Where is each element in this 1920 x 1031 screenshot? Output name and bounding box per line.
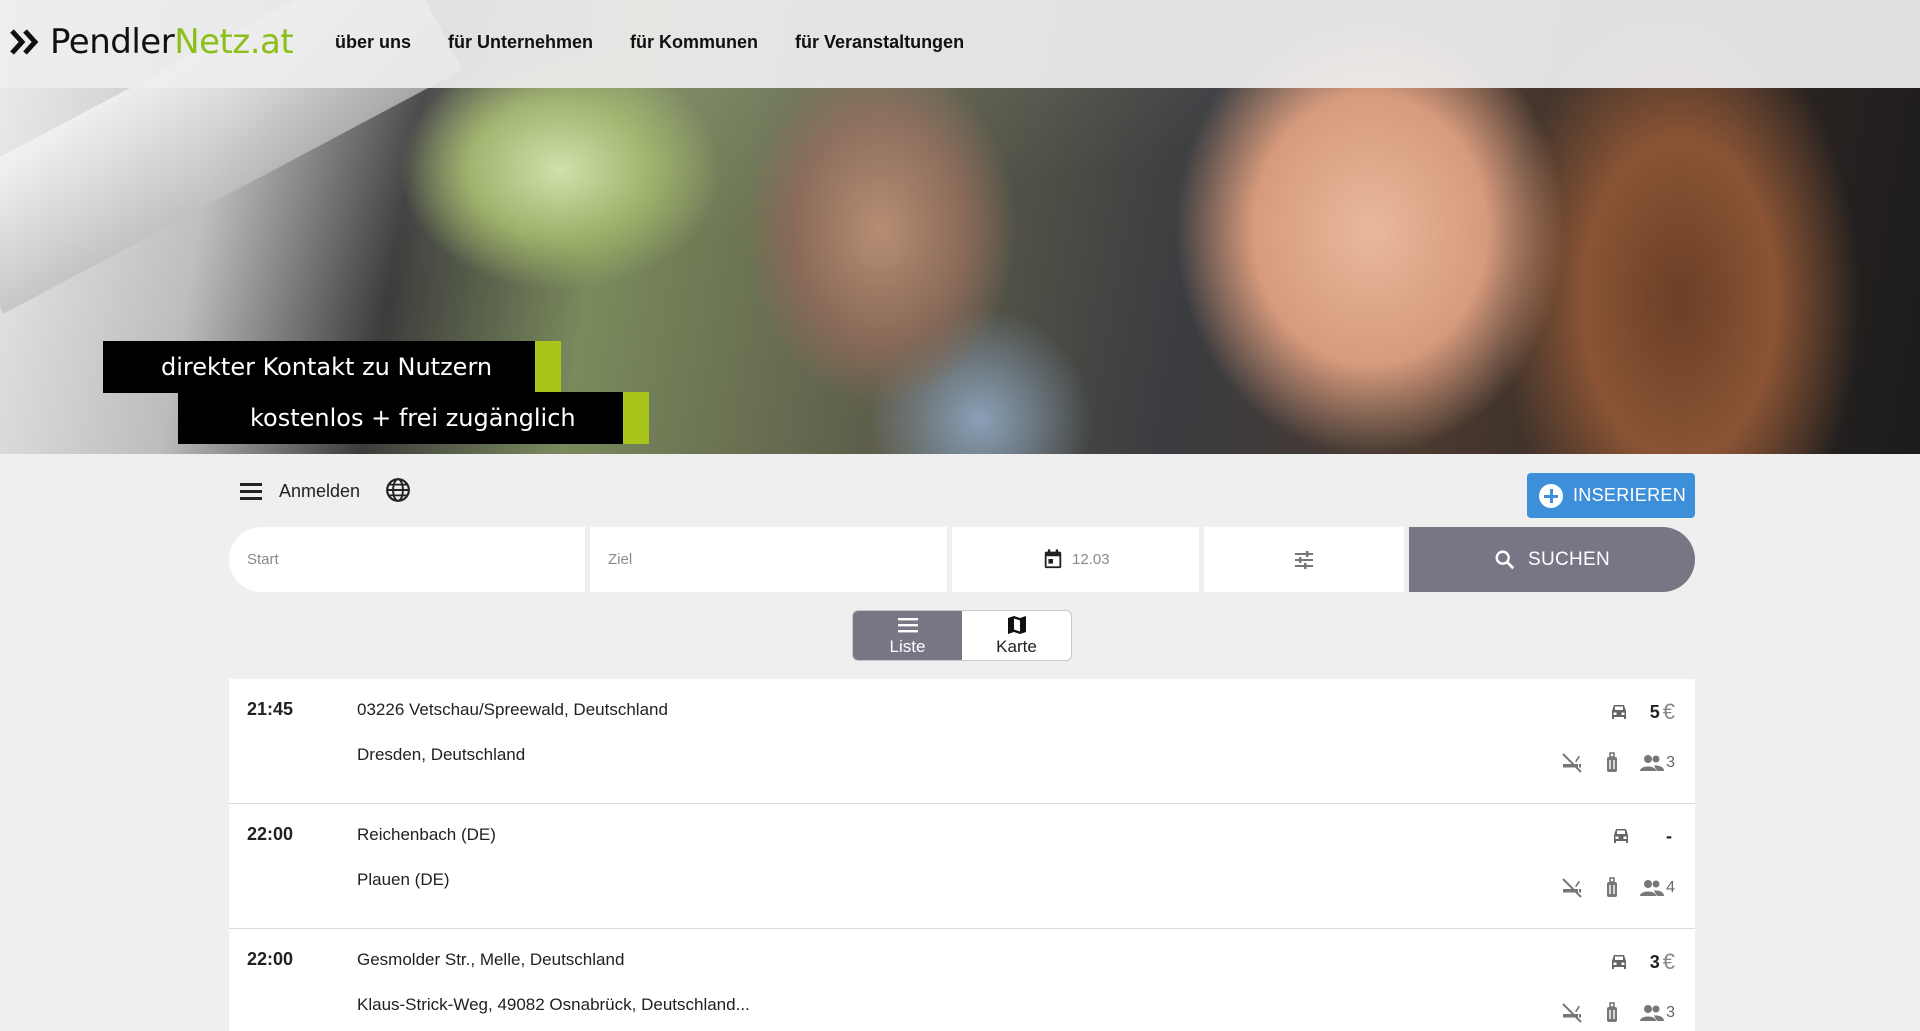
date-picker[interactable]: 12.03: [952, 527, 1199, 592]
plus-circle-icon: [1539, 483, 1563, 508]
search-button-label: SUCHEN: [1527, 548, 1611, 570]
car-icon: [1606, 700, 1632, 724]
top-navigation-bar: PendlerNetz.at über uns für Unternehmen …: [0, 0, 1920, 88]
calendar-icon: [1044, 549, 1062, 569]
car-icon: [1606, 950, 1632, 974]
main-nav: über uns für Unternehmen für Kommunen fü…: [335, 30, 1001, 54]
ride-origin: Gesmolder Str., Melle, Deutschland: [357, 950, 625, 969]
nav-link-companies[interactable]: für Unternehmen: [448, 30, 593, 54]
map-view-label: Karte: [996, 636, 1037, 656]
seat-count: 3: [1666, 754, 1675, 771]
start-field-wrapper: [229, 527, 585, 592]
ride-list-item[interactable]: 21:45 03226 Vetschau/Spreewald, Deutschl…: [229, 679, 1695, 804]
start-input[interactable]: [229, 527, 585, 592]
search-bar: 12.03 SUCHEN: [229, 527, 1695, 592]
logo-text: PendlerNetz.at: [50, 22, 294, 62]
ride-origin: Reichenbach (DE): [357, 825, 496, 844]
ride-price-row: 5 €: [1606, 699, 1675, 725]
no-smoking-icon: [1559, 751, 1585, 775]
currency-symbol: €: [1662, 949, 1675, 974]
destination-input[interactable]: [590, 527, 947, 592]
list-view-label: Liste: [889, 636, 926, 656]
globe-icon[interactable]: [385, 477, 411, 503]
ride-time: 22:00: [247, 949, 294, 969]
seat-count: 4: [1666, 879, 1675, 896]
destination-field-wrapper: [590, 527, 947, 592]
hero-badge-free: kostenlos + frei zugänglich: [178, 392, 649, 444]
ride-list-item[interactable]: 22:00 Gesmolder Str., Melle, Deutschland…: [229, 929, 1695, 1031]
list-icon: [897, 617, 918, 632]
no-smoking-icon: [1559, 1001, 1585, 1025]
login-link[interactable]: Anmelden: [279, 481, 360, 501]
ride-price-row: -: [1608, 824, 1675, 848]
luggage-icon: [1599, 876, 1625, 900]
ride-list-item[interactable]: 22:00 Reichenbach (DE) Plauen (DE) - 4: [229, 804, 1695, 929]
hero-badge-contact: direkter Kontakt zu Nutzern: [103, 341, 561, 393]
passengers-icon: [1639, 876, 1665, 900]
filter-button[interactable]: [1204, 527, 1404, 592]
no-smoking-icon: [1559, 876, 1585, 900]
luggage-icon: [1599, 751, 1625, 775]
currency-symbol: €: [1662, 699, 1675, 724]
date-value: 12.03: [1072, 550, 1110, 568]
hero-badge-free-text: kostenlos + frei zugänglich: [250, 404, 576, 432]
ride-features: 3: [1545, 751, 1675, 775]
luggage-icon: [1599, 1001, 1625, 1025]
ride-features: 4: [1545, 876, 1675, 900]
ride-destination: Plauen (DE): [357, 870, 450, 889]
ride-time: 22:00: [247, 824, 294, 844]
ride-price: 3: [1649, 951, 1660, 972]
nav-link-about[interactable]: über uns: [335, 30, 411, 54]
car-icon: [1608, 824, 1634, 848]
post-ride-button[interactable]: INSERIEREN: [1527, 473, 1695, 518]
ride-list: 21:45 03226 Vetschau/Spreewald, Deutschl…: [229, 679, 1695, 1031]
logo-chevron-icon: [10, 29, 39, 55]
hero-badge-accent: [535, 341, 561, 393]
ride-price: 5: [1649, 701, 1660, 722]
post-ride-label: INSERIEREN: [1573, 485, 1687, 505]
ride-price: -: [1666, 825, 1672, 846]
tab-list-view[interactable]: Liste: [853, 611, 962, 660]
passengers-icon: [1639, 1001, 1665, 1025]
ride-features: 3: [1545, 1001, 1675, 1025]
nav-link-events[interactable]: für Veranstaltungen: [795, 30, 964, 54]
ride-destination: Dresden, Deutschland: [357, 745, 526, 764]
ride-price-row: 3 €: [1606, 949, 1675, 975]
passengers-icon: [1639, 751, 1665, 775]
ride-destination: Klaus-Strick-Weg, 49082 Osnabrück, Deuts…: [357, 995, 750, 1014]
site-logo[interactable]: PendlerNetz.at: [10, 20, 294, 64]
hero-badge-contact-text: direkter Kontakt zu Nutzern: [161, 353, 493, 381]
map-icon: [1007, 615, 1026, 634]
search-button[interactable]: SUCHEN: [1409, 527, 1695, 592]
search-icon: [1495, 550, 1515, 569]
tune-filter-icon: [1295, 551, 1313, 569]
ride-time: 21:45: [247, 699, 294, 719]
seat-count: 3: [1666, 1004, 1675, 1021]
tab-map-view[interactable]: Karte: [962, 611, 1071, 660]
hero-badge-accent: [623, 392, 649, 444]
menu-icon[interactable]: [240, 478, 266, 504]
ride-origin: 03226 Vetschau/Spreewald, Deutschland: [357, 700, 668, 719]
view-toggle: Liste Karte: [852, 610, 1072, 661]
nav-link-municipalities[interactable]: für Kommunen: [630, 30, 758, 54]
